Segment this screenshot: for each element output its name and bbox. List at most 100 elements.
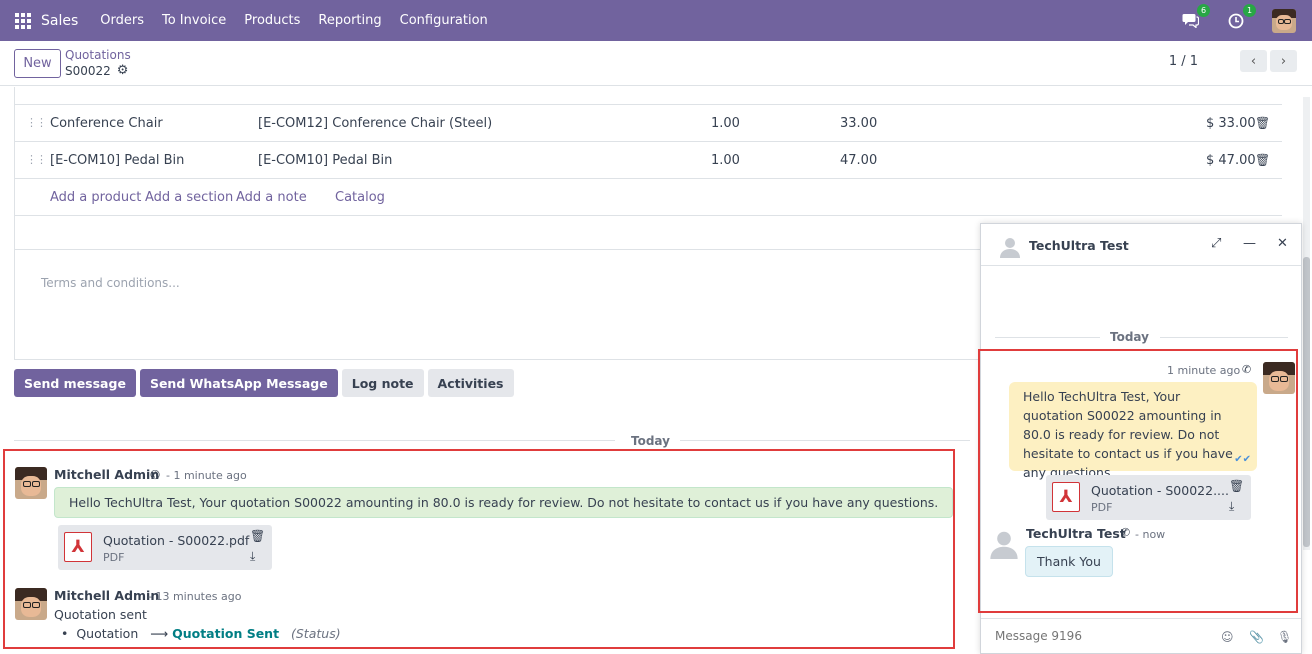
chat-partner-name: TechUltra Test xyxy=(1029,238,1129,253)
activities-clock-icon[interactable]: 1 xyxy=(1226,3,1256,31)
tracking-label: (Status) xyxy=(291,626,341,641)
emoji-icon[interactable]: ☺ xyxy=(1221,630,1234,644)
drag-handle-icon[interactable]: ⋮⋮ xyxy=(26,116,47,129)
add-note-link[interactable]: Add a note xyxy=(236,190,307,205)
outgoing-message: Hello TechUltra Test, Your quotation S00… xyxy=(1009,382,1257,480)
trash-icon[interactable]: 🗑 xyxy=(1255,116,1270,130)
table-header-edge xyxy=(14,87,1282,105)
line-unit-price[interactable]: 47.00 xyxy=(840,153,877,168)
activities-button[interactable]: Activities xyxy=(427,369,514,397)
message-input[interactable] xyxy=(995,629,1175,643)
day-label: Today xyxy=(631,434,670,448)
top-navbar: Sales Orders To Invoice Products Reporti… xyxy=(0,0,1312,41)
partner-avatar-icon xyxy=(999,236,1021,258)
menu-reporting[interactable]: Reporting xyxy=(318,13,381,28)
menu-configuration[interactable]: Configuration xyxy=(400,13,488,28)
whatsapp-icon: ✆ xyxy=(1242,363,1252,376)
message-time: - 1 minute ago xyxy=(166,469,247,482)
record-name-row: S00022 ⚙ xyxy=(65,63,128,78)
microphone-icon[interactable]: 🎙 xyxy=(1277,630,1292,644)
breadcrumb-quotations[interactable]: Quotations xyxy=(65,48,131,62)
attachment-card[interactable]: ⅄ Quotation - S00022.... PDF 🗑 ⤓ xyxy=(1046,475,1251,520)
activities-badge: 1 xyxy=(1243,3,1256,17)
pager-previous-icon[interactable]: ‹ xyxy=(1240,50,1267,72)
message-author[interactable]: Mitchell Admin xyxy=(54,467,159,482)
pager-next-icon[interactable]: › xyxy=(1270,50,1297,72)
table-row[interactable]: ⋮⋮ [E-COM10] Pedal Bin [E-COM10] Pedal B… xyxy=(14,142,1282,179)
pager-value[interactable]: 1 / 1 xyxy=(1169,54,1198,69)
chatter-toolbar: Send message Send WhatsApp Message Log n… xyxy=(14,369,514,397)
chatter-messages: Mitchell Admin ✆ - 1 minute ago Hello Te… xyxy=(3,449,955,649)
message-time: - now xyxy=(1135,528,1166,541)
chat-day-separator: Today xyxy=(995,330,1289,344)
partner-avatar-icon xyxy=(989,529,1019,559)
catalog-link[interactable]: Catalog xyxy=(335,190,385,205)
read-ticks-icon: ✔✔ xyxy=(1234,454,1251,465)
download-icon[interactable]: ⤓ xyxy=(250,549,255,564)
add-section-link[interactable]: Add a section xyxy=(145,190,233,205)
avatar[interactable] xyxy=(1263,362,1295,394)
add-line-row: Add a product Add a section Add a note C… xyxy=(14,179,1282,216)
send-whatsapp-button[interactable]: Send WhatsApp Message xyxy=(139,369,338,397)
message-body: Quotation sent xyxy=(54,607,147,622)
line-description[interactable]: [E-COM12] Conference Chair (Steel) xyxy=(258,116,492,131)
gear-icon[interactable]: ⚙ xyxy=(117,63,129,78)
message-time: 1 minute ago xyxy=(1167,364,1241,377)
line-unit-price[interactable]: 33.00 xyxy=(840,116,877,131)
line-subtotal: $ 47.00 xyxy=(1206,153,1256,168)
new-button[interactable]: New xyxy=(14,49,61,78)
chat-composer: ☺ 📎 🎙 xyxy=(981,618,1301,654)
message-author[interactable]: TechUltra Test xyxy=(1026,526,1126,541)
line-subtotal: $ 33.00 xyxy=(1206,116,1256,131)
close-icon[interactable]: ✕ xyxy=(1277,236,1288,251)
message-body: Hello TechUltra Test, Your quotation S00… xyxy=(54,487,954,518)
log-note-button[interactable]: Log note xyxy=(341,369,424,397)
line-quantity[interactable]: 1.00 xyxy=(711,153,740,168)
line-quantity[interactable]: 1.00 xyxy=(711,116,740,131)
whatsapp-icon: ✆ xyxy=(1121,526,1131,539)
pdf-file-icon: ⅄ xyxy=(64,532,92,562)
send-message-button[interactable]: Send message xyxy=(14,369,136,397)
incoming-message: Thank You xyxy=(1025,546,1113,577)
minimize-icon[interactable]: — xyxy=(1243,236,1256,251)
line-product[interactable]: [E-COM10] Pedal Bin xyxy=(50,153,184,168)
add-product-link[interactable]: Add a product xyxy=(50,190,141,205)
apps-grid-icon[interactable] xyxy=(15,12,31,29)
trash-icon[interactable]: 🗑 xyxy=(250,529,265,543)
chat-header[interactable]: TechUltra Test ⤢ — ✕ xyxy=(981,224,1301,266)
line-product[interactable]: Conference Chair xyxy=(50,116,163,131)
expand-icon[interactable]: ⤢ xyxy=(1211,236,1221,251)
pdf-file-icon: ⅄ xyxy=(1052,482,1080,512)
terms-placeholder: Terms and conditions... xyxy=(41,276,180,290)
tracking-new-value: Quotation Sent xyxy=(172,626,280,641)
tracking-field: Quotation xyxy=(76,626,139,641)
attachment-card[interactable]: ⅄ Quotation - S00022.pdf PDF 🗑 ⤓ xyxy=(58,525,272,570)
menu-products[interactable]: Products xyxy=(244,13,300,28)
page-scrollbar[interactable] xyxy=(1303,97,1310,550)
user-avatar[interactable] xyxy=(1272,8,1296,33)
message-author[interactable]: Mitchell Admin xyxy=(54,588,159,603)
attachment-name: Quotation - S00022.pdf xyxy=(103,533,250,548)
table-row[interactable]: ⋮⋮ Conference Chair [E-COM12] Conference… xyxy=(14,105,1282,142)
paperclip-icon[interactable]: 📎 xyxy=(1249,630,1264,644)
drag-handle-icon[interactable]: ⋮⋮ xyxy=(26,153,47,166)
line-description[interactable]: [E-COM10] Pedal Bin xyxy=(258,153,392,168)
attachment-type: PDF xyxy=(103,551,125,564)
avatar[interactable] xyxy=(15,588,47,620)
menu-to-invoice[interactable]: To Invoice xyxy=(162,13,226,28)
attachment-name: Quotation - S00022.... xyxy=(1091,483,1229,498)
messages-badge: 6 xyxy=(1197,3,1210,17)
message-time: - 13 minutes ago xyxy=(148,590,242,603)
download-icon[interactable]: ⤓ xyxy=(1229,499,1234,514)
messages-icon[interactable]: 6 xyxy=(1180,3,1210,31)
record-name: S00022 xyxy=(65,63,111,78)
chat-messages: 1 minute ago ✆ Hello TechUltra Test, You… xyxy=(978,349,1298,613)
app-name[interactable]: Sales xyxy=(41,13,78,29)
control-panel: New Quotations S00022 ⚙ 1 / 1 ‹ › xyxy=(0,41,1312,86)
chat-day-label: Today xyxy=(1110,330,1149,344)
arrow-right-icon: ⟶ xyxy=(142,626,173,641)
menu-orders[interactable]: Orders xyxy=(100,13,144,28)
avatar[interactable] xyxy=(15,467,47,499)
trash-icon[interactable]: 🗑 xyxy=(1229,479,1244,493)
trash-icon[interactable]: 🗑 xyxy=(1255,153,1270,167)
